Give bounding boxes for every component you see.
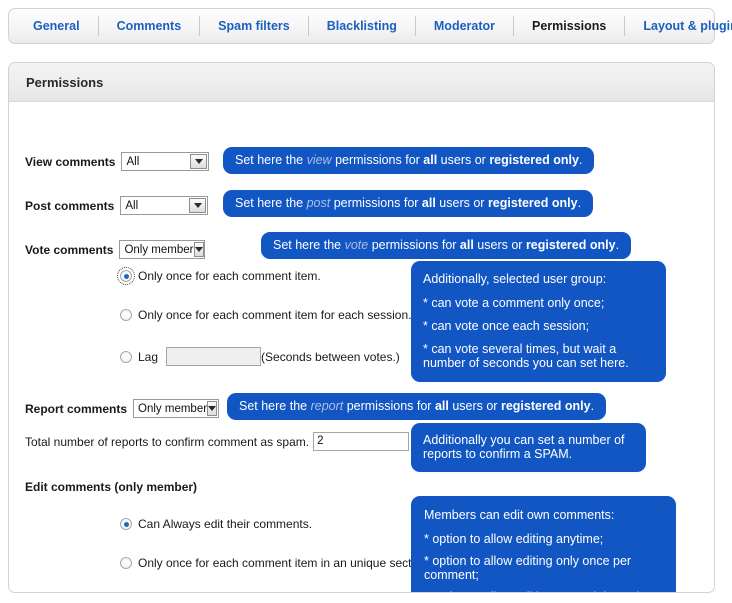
view-comments-select[interactable]: All: [121, 152, 210, 171]
tooltip-text-4: .: [590, 399, 595, 413]
tooltip-text-3: users or: [473, 238, 526, 252]
edit-option-label: Can Always edit their comments.: [138, 517, 313, 531]
report-comments-row: Report comments Only member: [25, 399, 220, 418]
tooltip-text-2: permissions for: [368, 238, 460, 252]
chevron-down-icon[interactable]: [190, 154, 208, 169]
tooltip-text-1: Set here the: [235, 196, 307, 210]
tooltip-line: * option to allow editing only once per …: [424, 554, 632, 583]
report-comments-label: Report comments: [25, 401, 128, 416]
post-comments-select[interactable]: All: [120, 196, 209, 215]
report-comments-tooltip: Set here the report permissions for all …: [227, 393, 607, 421]
tooltip-text-2: permissions for: [343, 399, 435, 413]
vote-option-once-per-item[interactable]: Only once for each comment item.: [117, 267, 321, 285]
tooltip-line: * option to allow editing several times,…: [424, 590, 663, 592]
tooltip-line: Additionally you can set a number of rep…: [423, 433, 625, 462]
report-comments-select-value: Only member: [138, 402, 208, 415]
edit-comments-tooltip: Members can edit own comments: * option …: [411, 496, 676, 592]
tooltip-text-4: .: [577, 196, 582, 210]
spam-threshold-label: Total number of reports to confirm comme…: [25, 434, 310, 449]
edit-option-once-per-item[interactable]: Only once for each comment item in an un…: [120, 556, 431, 570]
vote-lag-hint: (Seconds between votes.): [261, 349, 400, 364]
vote-option-lag[interactable]: Lag (Seconds between votes.): [120, 347, 400, 366]
tooltip-bold-1: all: [434, 399, 449, 413]
tab-blacklisting[interactable]: Blacklisting: [309, 9, 415, 43]
view-comments-select-value: All: [126, 155, 140, 168]
edit-comments-section-title: Edit comments (only member): [25, 480, 198, 494]
tooltip-text-1: Set here the: [235, 153, 307, 167]
vote-comments-select-value: Only member: [124, 243, 194, 256]
spam-threshold-input[interactable]: 2: [313, 432, 410, 451]
report-comments-select[interactable]: Only member: [133, 399, 220, 418]
spam-threshold-row: Total number of reports to confirm comme…: [25, 432, 410, 451]
tooltip-text-2: permissions for: [330, 196, 422, 210]
tooltip-emphasis: view: [306, 153, 332, 167]
tooltip-emphasis: post: [306, 196, 331, 210]
tooltip-line: * can vote several times, but wait a num…: [423, 341, 629, 370]
view-comments-row: View comments All: [25, 152, 210, 171]
tooltip-text-1: Set here the: [273, 238, 345, 252]
view-comments-label: View comments: [25, 154, 116, 169]
tooltip-text-4: .: [615, 238, 620, 252]
vote-comments-row: Vote comments Only member: [25, 240, 206, 259]
edit-option-label: Only once for each comment item in an un…: [138, 556, 431, 570]
tab-spam-filters[interactable]: Spam filters: [200, 9, 308, 43]
tooltip-line: * can vote once each session;: [423, 319, 590, 333]
radio-vote-lag[interactable]: [120, 350, 132, 363]
view-comments-tooltip: Set here the view permissions for all us…: [223, 147, 595, 175]
vote-lag-input[interactable]: [166, 347, 262, 366]
permissions-form: View comments All Set here the view perm…: [9, 102, 714, 592]
vote-option-label: Only once for each comment item for each…: [138, 308, 412, 322]
tooltip-text-1: Set here the: [239, 399, 311, 413]
tooltip-line: * option to allow editing anytime;: [424, 531, 604, 546]
radio-vote-once-per-item[interactable]: [117, 267, 135, 285]
chevron-down-icon[interactable]: [207, 401, 218, 416]
radio-vote-once-per-session[interactable]: [120, 309, 132, 321]
tooltip-bold-1: all: [423, 153, 438, 167]
tab-general[interactable]: General: [15, 9, 98, 43]
settings-tab-bar: General Comments Spam filters Blacklisti…: [8, 8, 732, 44]
tooltip-emphasis: report: [310, 399, 344, 413]
tab-moderator[interactable]: Moderator: [416, 9, 513, 43]
tooltip-bold-2: registered only: [487, 196, 578, 210]
tooltip-text-3: users or: [437, 153, 490, 167]
tooltip-line: Members can edit own comments:: [424, 508, 615, 522]
tooltip-text-2: permissions for: [331, 153, 424, 167]
radio-edit-always[interactable]: [120, 518, 132, 530]
tooltip-line: Additionally, selected user group:: [423, 272, 607, 286]
report-comments-details-tooltip: Additionally you can set a number of rep…: [411, 423, 646, 472]
vote-option-once-per-session[interactable]: Only once for each comment item for each…: [120, 308, 411, 322]
post-comments-tooltip: Set here the post permissions for all us…: [223, 190, 594, 218]
chevron-down-icon[interactable]: [189, 198, 207, 213]
tooltip-bold-2: registered only: [489, 153, 579, 167]
vote-comments-details-tooltip: Additionally, selected user group: * can…: [411, 261, 666, 383]
vote-comments-select[interactable]: Only member: [119, 240, 206, 259]
post-comments-row: Post comments All: [25, 196, 209, 215]
tooltip-text-3: users or: [448, 399, 501, 413]
edit-option-always[interactable]: Can Always edit their comments.: [120, 517, 312, 531]
vote-lag-label: Lag: [138, 349, 159, 364]
tooltip-text-3: users or: [435, 196, 488, 210]
chevron-down-icon[interactable]: [193, 242, 204, 257]
post-comments-select-value: All: [125, 199, 139, 212]
tab-comments[interactable]: Comments: [99, 9, 200, 43]
post-comments-label: Post comments: [25, 198, 115, 213]
permissions-panel: Permissions View comments All Set here t…: [8, 62, 715, 593]
panel-title: Permissions: [9, 63, 714, 102]
radio-edit-once-per-item[interactable]: [120, 557, 132, 569]
vote-comments-label: Vote comments: [25, 242, 114, 257]
vote-comments-tooltip: Set here the vote permissions for all us…: [261, 232, 632, 260]
tab-layout-plugins[interactable]: Layout & plugins: [625, 9, 732, 43]
tooltip-emphasis: vote: [344, 238, 369, 252]
tooltip-bold-1: all: [459, 238, 474, 252]
tab-permissions[interactable]: Permissions: [514, 9, 624, 43]
tooltip-bold-2: registered only: [500, 399, 591, 413]
tooltip-bold-1: all: [421, 196, 436, 210]
vote-option-label: Only once for each comment item.: [138, 269, 321, 283]
tooltip-text-4: .: [578, 153, 583, 167]
tooltip-bold-2: registered only: [525, 238, 616, 252]
tooltip-line: * can vote a comment only once;: [423, 295, 605, 310]
